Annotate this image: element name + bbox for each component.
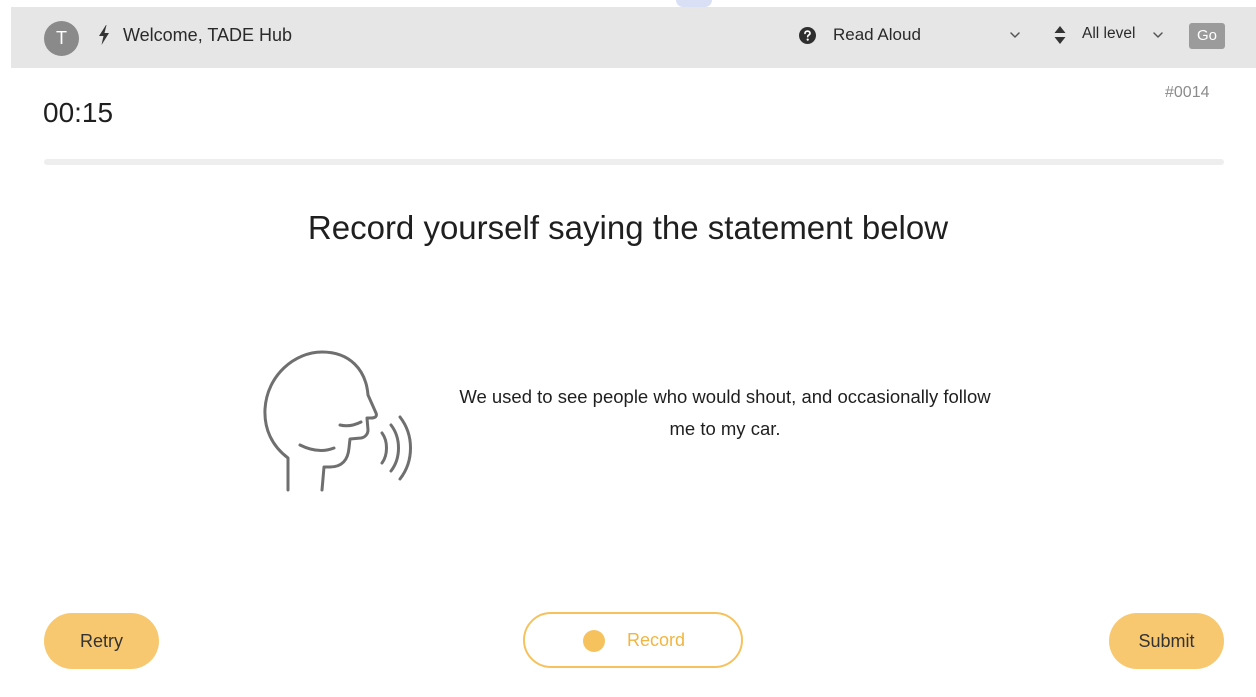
retry-button[interactable]: Retry xyxy=(44,613,159,669)
decorative-mark xyxy=(676,0,712,7)
chevron-down-icon xyxy=(1010,32,1020,38)
question-id: #0014 xyxy=(1165,84,1210,101)
submit-button[interactable]: Submit xyxy=(1109,613,1224,669)
level-select[interactable]: All level xyxy=(1080,24,1172,48)
question-type-select[interactable]: Read Aloud xyxy=(831,24,1031,48)
statement-text: We used to see people who would shout, a… xyxy=(459,386,991,439)
lightning-bolt-icon xyxy=(99,25,109,45)
chevron-down-icon xyxy=(1153,32,1163,38)
record-button[interactable]: Record xyxy=(523,612,743,668)
welcome-text: Welcome, TADE Hub xyxy=(123,25,293,45)
avatar[interactable]: T xyxy=(44,21,79,56)
record-label: Record xyxy=(627,630,686,650)
divider xyxy=(44,159,1224,165)
instruction-heading: Record yourself saying the statement bel… xyxy=(307,209,949,246)
top-bar: T Welcome, TADE Hub Read Aloud All level xyxy=(11,7,1256,68)
sort-updown-icon[interactable] xyxy=(1053,25,1067,45)
question-circle-icon[interactable] xyxy=(799,27,816,44)
speaking-head-icon xyxy=(263,350,412,492)
countdown-timer: 00:15 xyxy=(43,97,114,128)
go-button[interactable]: Go xyxy=(1189,23,1225,49)
level-value: All level xyxy=(1082,25,1136,42)
record-dot-icon xyxy=(583,630,605,652)
question-type-value: Read Aloud xyxy=(833,25,921,44)
practice-page: T Welcome, TADE Hub Read Aloud All level xyxy=(0,0,1256,697)
